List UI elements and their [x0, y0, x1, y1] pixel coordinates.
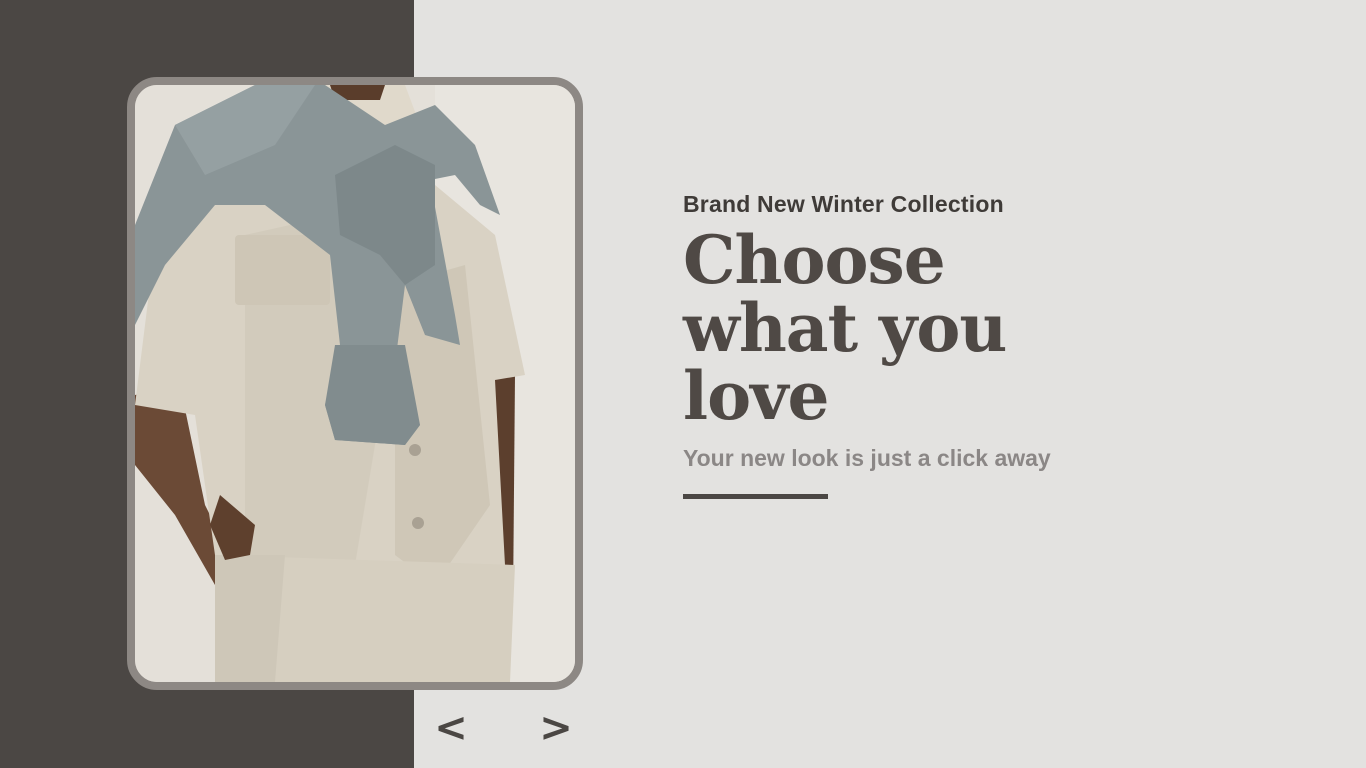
chevron-left-icon: < [434, 705, 468, 751]
chevron-right-icon: > [539, 705, 573, 751]
product-photo-frame [127, 77, 583, 690]
hero-headline: Choose what you love [683, 221, 1007, 435]
carousel-prev-button[interactable]: < [431, 704, 471, 752]
accent-divider [683, 494, 828, 499]
hero-subline: Your new look is just a click away [683, 445, 1051, 471]
product-photo [135, 85, 575, 682]
hero-text-block: Brand New Winter Collection Choose what … [683, 190, 1323, 499]
carousel-next-button[interactable]: > [536, 704, 576, 752]
collection-eyebrow: Brand New Winter Collection [683, 191, 1004, 217]
